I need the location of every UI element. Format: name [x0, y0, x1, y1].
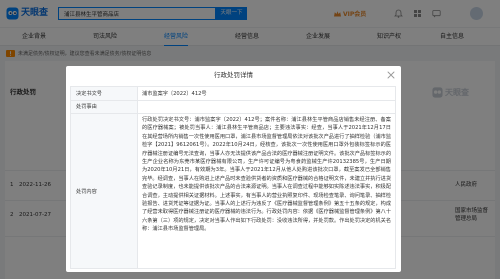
close-icon[interactable]: [387, 71, 395, 79]
detail-label: 决定书文号: [70, 86, 138, 101]
modal-title: 行政处罚详情: [214, 71, 253, 79]
detail-label: 处罚内容: [70, 113, 138, 269]
detail-row: 处罚事由: [70, 99, 396, 114]
detail-row: 处罚内容 行政处罚决定书文号：浦市监案字〔2022〕412号；案件名称：浦江县林…: [70, 113, 396, 269]
penalty-content-cell: 行政处罚决定书文号：浦市监案字〔2022〕412号；案件名称：浦江县林生平管商品…: [137, 113, 396, 269]
penalty-detail-modal: 行政处罚详情 决定书文号 浦市监案字〔2022〕412号 处罚事由 处罚内容 行…: [66, 66, 401, 272]
detail-label: 处罚事由: [70, 99, 138, 114]
detail-row: 决定书文号 浦市监案字〔2022〕412号: [70, 86, 396, 101]
decision-number-value: 浦市监案字〔2022〕412号: [137, 86, 396, 101]
penalty-content-text: 行政处罚决定书文号：浦市监案字〔2022〕412号；案件名称：浦江县林生平管商品…: [142, 117, 391, 233]
penalty-reason-value: [137, 99, 396, 114]
detail-table: 决定书文号 浦市监案字〔2022〕412号 处罚事由 处罚内容 行政处罚决定书文…: [70, 86, 396, 269]
